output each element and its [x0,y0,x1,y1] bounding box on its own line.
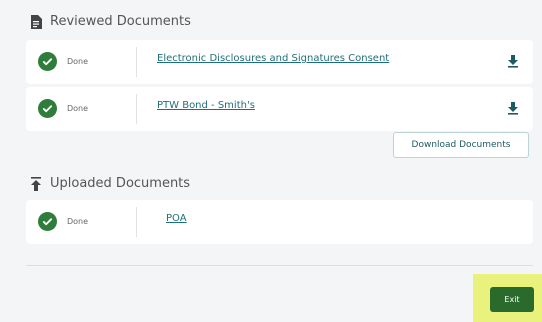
status-label: Done [67,57,89,66]
download-icon[interactable] [507,53,519,68]
reviewed-documents-title: Reviewed Documents [50,14,191,29]
check-circle-icon [38,99,57,118]
download-documents-button[interactable]: Download Documents [393,132,529,158]
status-label: Done [67,104,89,113]
upload-icon [30,176,42,191]
document-link-ptw-bond[interactable]: PTW Bond - Smith's [157,100,255,111]
status: Done [38,99,88,118]
divider [136,94,137,124]
uploaded-documents-title: Uploaded Documents [50,176,191,191]
reviewed-documents-header: Reviewed Documents [30,14,191,29]
footer-divider [26,265,533,266]
check-circle-icon [38,52,57,71]
document-icon [30,14,42,29]
uploaded-document-row: Done POA [26,200,533,244]
check-circle-icon [38,212,57,231]
divider [136,47,137,77]
status: Done [38,212,88,231]
reviewed-document-row: Done PTW Bond - Smith's [26,87,533,131]
uploaded-documents-header: Uploaded Documents [30,176,190,191]
document-link-electronic-disclosures[interactable]: Electronic Disclosures and Signatures Co… [157,53,389,64]
download-icon[interactable] [507,100,519,115]
divider [136,207,137,237]
status: Done [38,52,88,71]
reviewed-document-row: Done Electronic Disclosures and Signatur… [26,40,533,84]
document-link-poa[interactable]: POA [166,213,187,224]
exit-button[interactable]: Exit [490,287,534,312]
status-label: Done [67,217,89,226]
